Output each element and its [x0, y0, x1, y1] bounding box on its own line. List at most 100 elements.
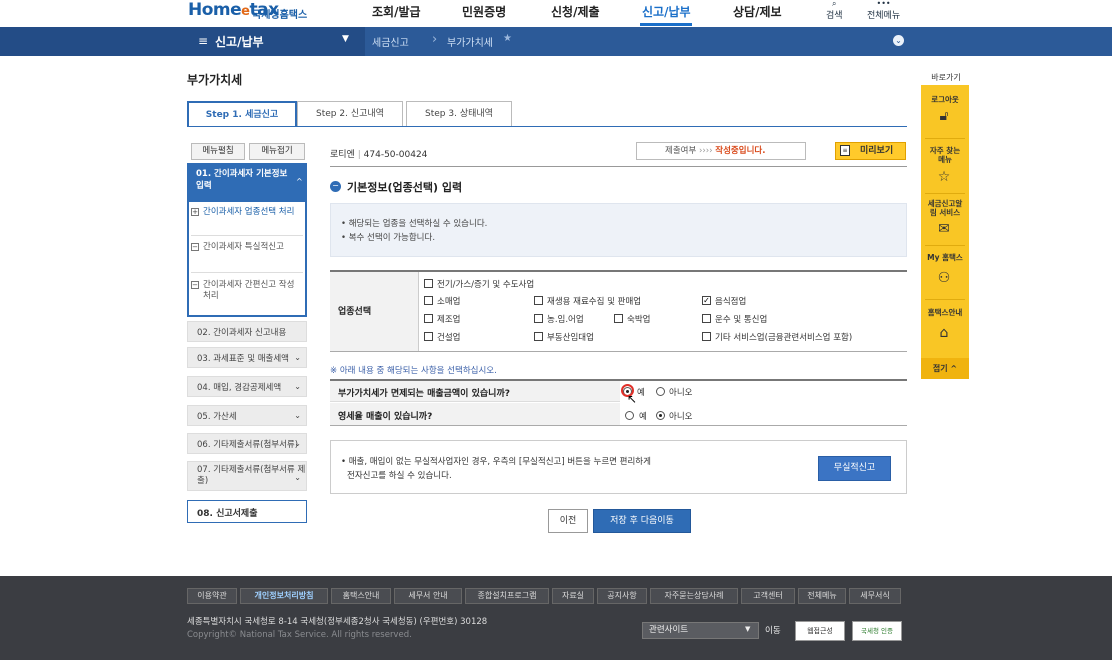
breadcrumb-separator-icon: ›	[432, 32, 438, 47]
sidebar-sub-special-filing[interactable]: − 간이과세자 특실적신고	[191, 242, 303, 253]
checkbox-lodging[interactable]	[614, 314, 623, 323]
quick-guide[interactable]: 홈택스안내	[921, 308, 969, 317]
menu-expand-button[interactable]: 메뉴펼침	[191, 143, 245, 160]
radio-q2-no[interactable]	[656, 411, 665, 420]
quick-collapse-button[interactable]: 접기 ^	[921, 358, 969, 379]
nav-consult-report[interactable]: 상담/제보	[733, 3, 782, 20]
hamburger-icon[interactable]: ≡	[198, 34, 208, 48]
divider	[925, 138, 965, 139]
sidebar-sub-industry-select[interactable]: + 간이과세자 업종선택 처리	[191, 207, 303, 218]
checkbox-transport[interactable]	[702, 314, 711, 323]
dropdown-caret-icon[interactable]: ▼	[342, 34, 349, 44]
chevron-up-icon[interactable]: ^	[296, 177, 303, 186]
sidebar-item-08[interactable]: 08. 신고서제출	[187, 500, 307, 523]
industry-label: 업종선택	[338, 307, 372, 317]
search-icon: ⌕	[832, 0, 837, 8]
footer-link-installer[interactable]: 종합설치프로그램	[465, 588, 549, 604]
radio-label: 예	[639, 412, 647, 422]
sidebar-item-07[interactable]: 07. 기타제출서류(첨부서류 제출) ⌄	[187, 461, 307, 491]
go-button[interactable]: 이동	[765, 624, 781, 636]
tab-step1[interactable]: Step 1. 세금신고	[187, 101, 297, 127]
minus-circle-icon[interactable]: −	[330, 181, 341, 192]
search-button[interactable]: ⌕ 검색	[826, 0, 843, 21]
chevron-down-icon: ⌄	[294, 473, 301, 482]
prev-button[interactable]: 이전	[548, 509, 588, 533]
footer-link-terms[interactable]: 이용약관	[187, 588, 237, 604]
nav-filing-payment[interactable]: 신고/납부	[642, 3, 691, 20]
radio-q1-no[interactable]	[656, 387, 665, 396]
footer-link-notice[interactable]: 공지사항	[597, 588, 647, 604]
lock-icon[interactable]: 🔓︎	[934, 108, 954, 124]
divider	[191, 272, 303, 273]
checkbox-label: 숙박업	[627, 315, 651, 325]
chevron-down-icon: ⌄	[294, 411, 301, 420]
checkbox-other-services[interactable]	[702, 332, 711, 341]
footer-link-tax-forms[interactable]: 세무서식	[849, 588, 901, 604]
sidebar-item-04[interactable]: 04. 매입, 경감공제세액 ⌄	[187, 376, 307, 397]
footer-link-all-menu[interactable]: 전체메뉴	[798, 588, 846, 604]
submission-status: 제출여부 ›››› 작성중입니다.	[636, 142, 806, 160]
checkbox-manufacturing[interactable]	[424, 314, 433, 323]
divider	[925, 299, 965, 300]
checkbox-restaurant[interactable]: ✓	[702, 296, 711, 305]
checkbox-label: 소매업	[437, 297, 461, 307]
footer-address: 세종특별자치시 국세청로 8-14 국세청(정부세종2청사 국세청동) (우편번…	[187, 617, 488, 627]
footer-copyright: Copyright© National Tax Service. All rig…	[187, 630, 412, 640]
mail-check-icon[interactable]: ✉	[934, 221, 954, 237]
quick-bar-title: 바로가기	[931, 73, 961, 82]
nav-certificate[interactable]: 민원증명	[462, 3, 506, 20]
sidebar-item-03[interactable]: 03. 과세표준 및 매출세액 ⌄	[187, 347, 307, 368]
radio-q2-yes[interactable]	[625, 411, 634, 420]
radio-label: 아니오	[669, 412, 693, 422]
sidebar-item-05[interactable]: 05. 가산세 ⌄	[187, 405, 307, 426]
quick-logout[interactable]: 로그아웃	[921, 95, 969, 104]
tab-step2[interactable]: Step 2. 신고내역	[297, 101, 403, 127]
divider	[925, 193, 965, 194]
checkbox-utilities[interactable]	[424, 279, 433, 288]
checkbox-recycling[interactable]	[534, 296, 543, 305]
more-icon: •••	[876, 0, 891, 8]
footer-link-faq-cases[interactable]: 자주묻는상담사례	[650, 588, 738, 604]
all-menu-button[interactable]: ••• 전체메뉴	[867, 0, 900, 21]
breadcrumb-vat[interactable]: 부가가치세	[447, 34, 493, 49]
status-badge: 작성중입니다.	[715, 146, 766, 156]
checkbox-construction[interactable]	[424, 332, 433, 341]
quick-notify-service[interactable]: 세금신고알림 서비스	[921, 199, 969, 217]
dropdown-caret-icon[interactable]: ▼	[745, 625, 750, 633]
checkbox-retail[interactable]	[424, 296, 433, 305]
save-next-button[interactable]: 저장 후 다음이동	[593, 509, 691, 533]
selection-note: ※ 아래 내용 중 해당되는 사항을 선택하십시오.	[330, 366, 497, 376]
sidebar-item-basic-info[interactable]: 01. 간이과세자 기본정보 입력	[189, 165, 305, 202]
quick-faq-menu[interactable]: 자주 찾는 메뉴	[921, 146, 969, 164]
active-nav-indicator	[640, 23, 692, 26]
footer-link-support[interactable]: 고객센터	[741, 588, 795, 604]
checkbox-agriculture[interactable]	[534, 314, 543, 323]
favorite-star-icon[interactable]: ★	[503, 33, 512, 44]
no-sales-filing-button[interactable]: 무실적신고	[818, 456, 891, 481]
footer-link-archive[interactable]: 자료실	[552, 588, 594, 604]
sub-navigation-menu[interactable]	[0, 27, 365, 56]
quick-my-hometax[interactable]: My 홈택스	[921, 253, 969, 262]
chevron-down-icon[interactable]: ⌄	[893, 35, 904, 46]
home-icon[interactable]: ⌂	[934, 325, 954, 341]
menu-collapse-button[interactable]: 메뉴접기	[249, 143, 305, 160]
checkbox-real-estate[interactable]	[534, 332, 543, 341]
star-icon[interactable]: ☆	[934, 169, 954, 185]
info-line: • 복수 선택이 가능합니다.	[341, 233, 436, 243]
footer-link-office[interactable]: 세무서 안내	[394, 588, 462, 604]
footer-link-privacy[interactable]: 개인정보처리방침	[240, 588, 328, 604]
divider	[191, 235, 303, 236]
nav-application[interactable]: 신청/제출	[551, 3, 600, 20]
collapse-icon: −	[191, 281, 199, 289]
tab-step3[interactable]: Step 3. 상태내역	[406, 101, 512, 127]
sidebar-item-02[interactable]: 02. 간이과세자 신고내용	[187, 321, 307, 342]
footer-link-guide[interactable]: 홈택스안내	[331, 588, 391, 604]
sidebar-sub-simple-filing[interactable]: − 간이과세자 간편신고 작성 처리	[191, 280, 303, 302]
nav-inquiry[interactable]: 조회/발급	[372, 3, 421, 20]
related-sites-select[interactable]: 관련사이트	[642, 622, 759, 639]
user-icon[interactable]: ⚇	[934, 270, 954, 286]
question-zero-rate: 영세율 매출이 있습니까?	[338, 412, 433, 422]
breadcrumb-tax-filing[interactable]: 세금신고	[372, 34, 409, 49]
sidebar-item-06[interactable]: 06. 기타제출서류(첨부서류) ⌄	[187, 433, 307, 454]
sub-nav-title[interactable]: 신고/납부	[215, 33, 264, 50]
